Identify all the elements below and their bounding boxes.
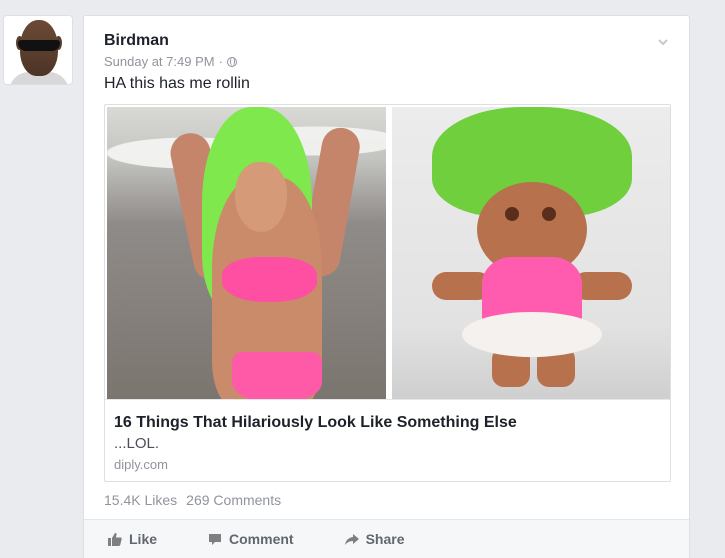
- post-meta: Sunday at 7:49 PM ·: [104, 54, 237, 69]
- comments-count[interactable]: 269 Comments: [186, 492, 281, 508]
- link-preview-images[interactable]: [107, 107, 670, 399]
- share-button[interactable]: Share: [344, 531, 405, 547]
- avatar-sunglasses: [18, 40, 60, 51]
- share-label: Share: [365, 531, 405, 547]
- comment-button[interactable]: Comment: [208, 531, 294, 547]
- share-icon: [344, 534, 359, 545]
- comment-icon: [209, 534, 222, 545]
- post-text: HA this has me rollin: [104, 75, 250, 92]
- post-card: Birdman Sunday at 7:49 PM · HA this has …: [83, 15, 690, 558]
- action-bar: Like Comment Share: [84, 520, 689, 558]
- meta-separator: ·: [218, 54, 223, 69]
- like-button[interactable]: Like: [108, 531, 157, 547]
- engagement-counts: 15.4K Likes 269 Comments: [104, 492, 281, 508]
- preview-photo-woman: [107, 107, 386, 399]
- thumbs-up-icon: [108, 532, 122, 546]
- post-timestamp[interactable]: Sunday at 7:49 PM: [104, 54, 215, 69]
- author-avatar[interactable]: [3, 15, 73, 85]
- link-title[interactable]: 16 Things That Hilariously Look Like Som…: [114, 414, 517, 432]
- link-divider: [105, 399, 670, 400]
- globe-icon[interactable]: [226, 56, 237, 67]
- link-description: ...LOL.: [114, 435, 160, 452]
- link-preview[interactable]: 16 Things That Hilariously Look Like Som…: [104, 104, 671, 482]
- like-label: Like: [129, 531, 158, 547]
- chevron-down-icon[interactable]: [657, 36, 669, 48]
- link-domain: diply.com: [114, 457, 168, 472]
- comment-label: Comment: [229, 531, 294, 547]
- likes-count[interactable]: 15.4K Likes: [104, 492, 177, 508]
- preview-photo-troll-doll: [391, 107, 670, 399]
- post-author[interactable]: Birdman: [104, 32, 169, 50]
